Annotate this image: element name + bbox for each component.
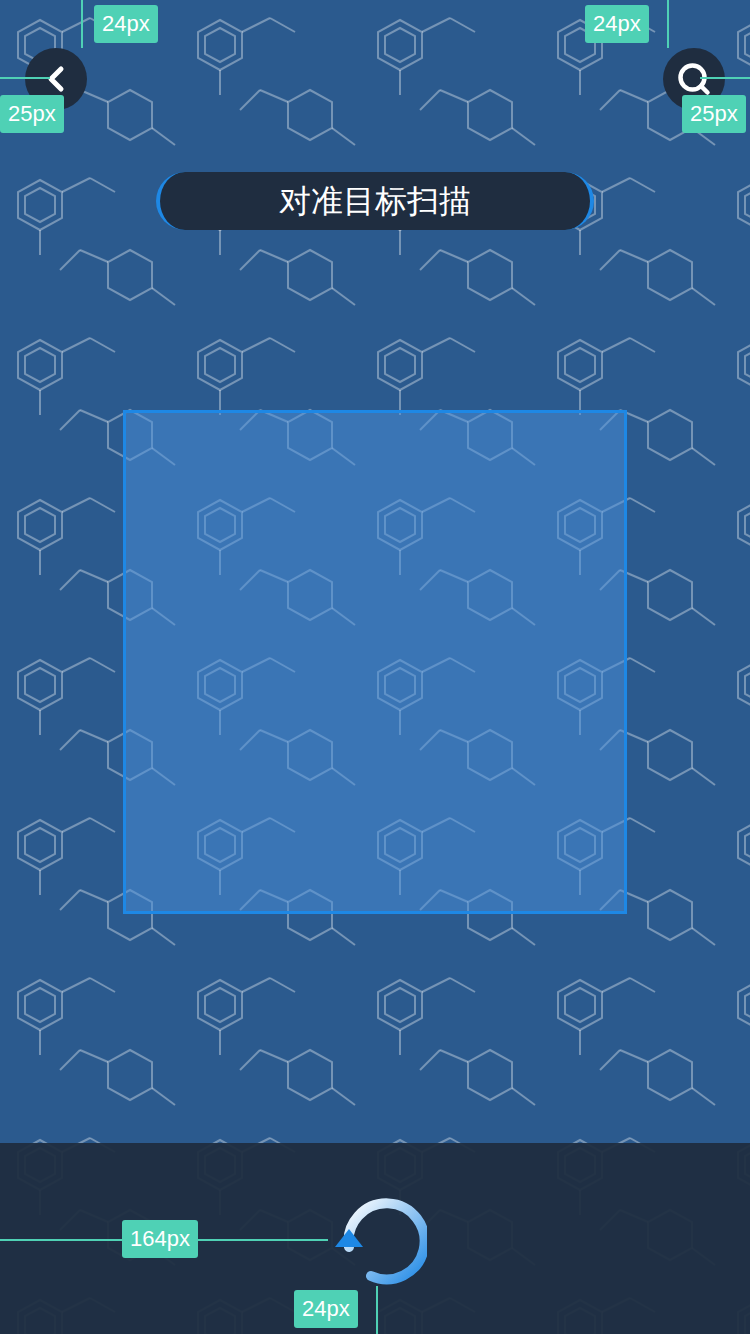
search-icon xyxy=(676,61,712,97)
measure-line xyxy=(376,1286,378,1334)
title-pill: 对准目标扫描 xyxy=(156,172,594,230)
measure-label: 24px xyxy=(94,5,158,43)
refresh-icon[interactable] xyxy=(331,1191,427,1287)
measure-label: 25px xyxy=(0,95,64,133)
back-icon xyxy=(36,59,76,99)
scan-frame xyxy=(123,410,627,914)
scan-screen: 对准目标扫描 24px 25px 24px 25px 164px 24px xyxy=(0,0,750,1334)
measure-label: 25px xyxy=(682,95,746,133)
measure-line xyxy=(0,77,50,79)
measure-line xyxy=(700,77,750,79)
measure-line xyxy=(667,0,669,48)
measure-label: 24px xyxy=(585,5,649,43)
measure-label: 24px xyxy=(294,1290,358,1328)
measure-label: 164px xyxy=(122,1220,198,1258)
measure-line xyxy=(81,0,83,48)
